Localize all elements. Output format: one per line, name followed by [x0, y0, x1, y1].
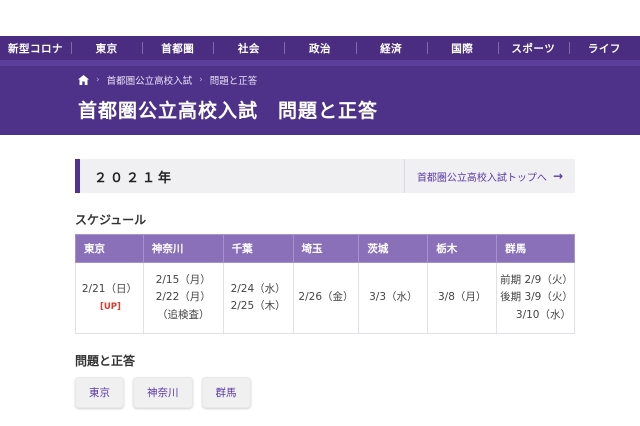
schedule-cell: 3/8（月） — [427, 262, 498, 334]
schedule-date: 3/10（水） — [515, 308, 571, 321]
schedule-column-header: 千葉 — [222, 234, 294, 263]
home-icon[interactable] — [78, 75, 89, 85]
schedule-date: 3/3（水） — [369, 291, 418, 304]
nav-item[interactable]: スポーツ — [497, 36, 569, 60]
answer-button-東京[interactable]: 東京 — [75, 376, 124, 408]
schedule-heading: スケジュール — [75, 213, 147, 227]
schedule-column-header: 東京 — [75, 234, 144, 263]
answers-heading: 問題と正答 — [75, 353, 136, 368]
schedule-date: 2/25（木） — [230, 299, 286, 312]
schedule-date: 後期 3/9（火） — [500, 291, 573, 304]
nav-item[interactable]: 国際 — [426, 36, 498, 60]
nav-item[interactable]: 政治 — [284, 36, 355, 60]
breadcrumb: › 首都圏公立高校入試 › 問題と正答 — [78, 73, 640, 87]
content: ２０２１年 首都圏公立高校入試トップへ → スケジュール 東京 神奈川 千葉 埼玉 茨城… — [75, 159, 575, 408]
page-header: › 首都圏公立高校入試 › 問題と正答 首都圏公立高校入試 問題と正答 — [0, 66, 640, 135]
answer-buttons: 東京 神奈川 群馬 — [75, 376, 575, 408]
arrow-right-icon: → — [552, 169, 563, 183]
schedule-column-header: 群馬 — [496, 234, 575, 263]
schedule-column-header: 茨城 — [358, 234, 429, 263]
top-white-strip — [0, 0, 640, 36]
schedule-table: 東京 神奈川 千葉 埼玉 茨城 栃木 群馬 2/21（日）[UP] 2/15（月） 2/22（月… — [75, 234, 575, 334]
schedule-header-row: 東京 神奈川 千葉 埼玉 茨城 栃木 群馬 — [75, 234, 575, 263]
nav-item[interactable]: 社会 — [213, 36, 284, 60]
schedule-cell: 2/15（月） 2/22（月） （追検査） — [142, 262, 224, 334]
up-badge: [UP] — [99, 301, 121, 312]
schedule-cell: 3/3（水） — [358, 262, 429, 334]
schedule-cell: 2/24（水） 2/25（木） — [222, 262, 294, 334]
year-box: ２０２１年 首都圏公立高校入試トップへ → — [75, 159, 575, 193]
nav-item[interactable]: 首都圏 — [142, 36, 213, 60]
breadcrumb-item[interactable]: 問題と正答 — [210, 73, 258, 87]
top-nav: 新型コロナ 東京 首都圏 社会 政治 経済 国際 スポーツ ライフ — [0, 36, 640, 60]
schedule-date: （追検査） — [157, 308, 210, 321]
nav-item[interactable]: ライフ — [568, 36, 640, 60]
answer-button-群馬[interactable]: 群馬 — [201, 376, 251, 408]
nav-item[interactable]: 経済 — [355, 36, 427, 60]
schedule-date: 2/15（月） — [155, 274, 211, 286]
breadcrumb-separator: › — [199, 75, 203, 85]
nav-item[interactable]: 新型コロナ — [0, 36, 71, 60]
schedule-cell: 前期 2/9（火） 後期 3/9（火） 3/10（水） — [496, 262, 575, 334]
breadcrumb-separator: › — [96, 75, 100, 85]
nav-item[interactable]: 東京 — [71, 36, 142, 60]
exam-top-link[interactable]: 首都圏公立高校入試トップへ → — [403, 159, 575, 193]
schedule-cell: 2/26（金） — [292, 262, 360, 334]
year-label: ２０２１年 — [94, 170, 175, 186]
schedule-column-header: 埼玉 — [292, 234, 360, 263]
schedule-date: 2/26（金） — [298, 291, 354, 304]
page: 新型コロナ 東京 首都圏 社会 政治 経済 国際 スポーツ ライフ › 首都圏公立高校入試 › 問題と… — [0, 0, 640, 426]
schedule-date: 前期 2/9（火） — [500, 274, 573, 286]
schedule-column-header: 神奈川 — [142, 234, 224, 263]
schedule-date: 2/22（月） — [155, 291, 211, 304]
schedule-date: 3/8（月） — [437, 291, 487, 304]
schedule-data-row: 2/21（日）[UP] 2/15（月） 2/22（月） （追検査） 2/24（水） 2/2… — [75, 262, 575, 334]
schedule-date: 2/21（日）[UP] — [81, 282, 137, 312]
page-title: 首都圏公立高校入試 問題と正答 — [78, 100, 379, 122]
breadcrumb-item[interactable]: 首都圏公立高校入試 — [107, 73, 193, 87]
schedule-cell: 2/21（日）[UP] — [75, 262, 144, 334]
exam-top-link-label[interactable]: 首都圏公立高校入試トップへ — [417, 169, 547, 184]
schedule-column-header: 栃木 — [427, 234, 498, 263]
schedule-date: 2/24（水） — [230, 282, 286, 295]
answer-button-神奈川[interactable]: 神奈川 — [133, 376, 193, 408]
